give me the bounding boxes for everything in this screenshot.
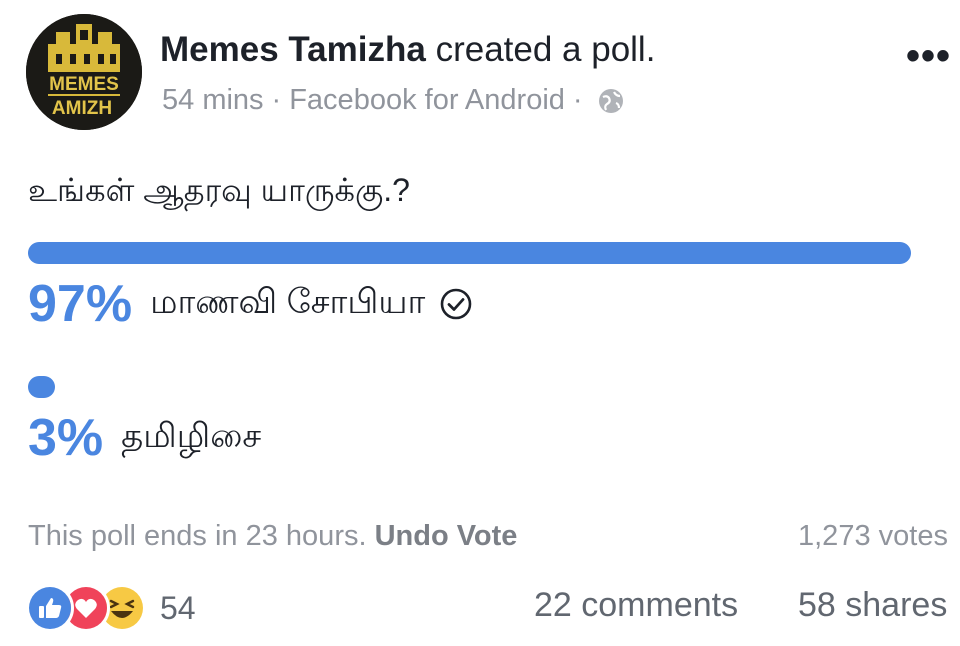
option-percent: 3% [28,409,104,467]
avatar-text-top: MEMES [49,74,119,95]
poll-bar-fill [28,376,56,398]
post-action: created a poll. [425,30,656,69]
reaction-count: 54 [160,589,196,626]
avatar-text-bottom: AMIZH [52,98,112,119]
globe-icon [598,88,623,113]
option-percent: 97% [28,275,133,333]
like-icon [26,584,74,632]
poll-bar-fill [28,242,911,264]
poll-footer: This poll ends in 23 hours. Undo Vote [28,520,517,553]
poll-question: உங்கள் ஆதரவு யாருக்கு.? [28,172,410,208]
poll-bar-option-2 [28,376,938,398]
poll-ends-text: This poll ends in 23 hours. [28,520,367,552]
post-source: Facebook for Android [289,84,565,116]
poll-bar-option-1 [28,242,938,264]
page-avatar[interactable]: MEMES AMIZH [26,14,142,130]
reactions-summary[interactable]: 54 [26,584,196,632]
post-title: Memes Tamizha created a poll. [160,30,655,70]
more-options-icon[interactable]: ••• [906,36,951,76]
meta-separator: · [271,84,282,116]
option-label: மாணவி சோபியா [150,282,426,321]
poll-option-2[interactable]: 3% தமிழிசை [28,408,261,468]
undo-vote-link[interactable]: Undo Vote [375,520,518,552]
post-meta: 54 mins · Facebook for Android · [162,84,625,117]
post-time[interactable]: 54 mins [162,84,264,117]
vote-count[interactable]: 1,273 votes [798,520,948,553]
option-label: தமிழிசை [121,416,262,455]
comments-link[interactable]: 22 comments [534,586,738,625]
author-name[interactable]: Memes Tamizha [160,30,426,69]
voted-check-icon [440,288,472,320]
poll-option-1[interactable]: 97% மாணவி சோபியா [28,274,473,334]
shares-link[interactable]: 58 shares [798,586,947,625]
meta-separator: · [572,84,583,116]
